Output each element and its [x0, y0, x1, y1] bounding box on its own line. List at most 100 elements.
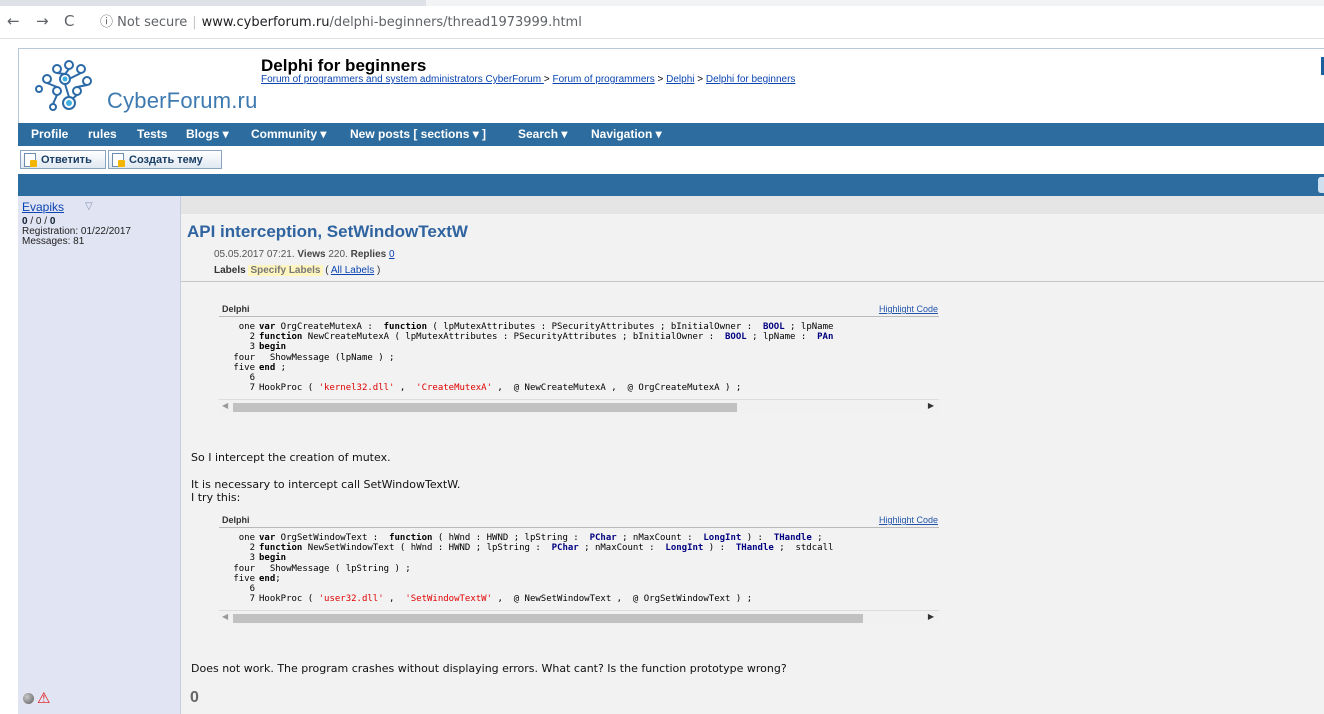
code-text: ShowMessage (lpName ) ;: [259, 352, 395, 363]
line-number: 6: [249, 584, 255, 595]
scroll-thumb[interactable]: [233, 614, 863, 624]
line-number: four: [233, 563, 255, 574]
info-icon[interactable]: ⓘ: [100, 15, 113, 30]
post-text-4: Does not work. The program crashes witho…: [191, 662, 787, 675]
scroll-left-icon[interactable]: ◀: [222, 612, 228, 621]
code-scrollbar[interactable]: ◀ ▶: [219, 399, 939, 415]
forum-title: Delphi for beginners: [261, 56, 427, 75]
all-labels-link[interactable]: All Labels: [331, 265, 374, 276]
address-bar[interactable]: ⓘ Not secure | www.cyberforum.ru/delphi-be…: [100, 11, 582, 30]
nav-rules[interactable]: rules: [88, 127, 117, 141]
scroll-right-icon[interactable]: ▶: [928, 401, 934, 410]
line-number: one: [238, 322, 255, 332]
code-language: Delphi: [222, 515, 250, 525]
code-text: function NewSetWindowText ( hWnd : HWND …: [259, 543, 834, 554]
code-scrollbar[interactable]: ◀ ▶: [219, 610, 939, 626]
line-number: five: [233, 573, 255, 584]
replies-label: Replies: [350, 249, 387, 260]
code-line: four ShowMessage ( lpString ) ;: [219, 564, 939, 574]
security-status: Not secure: [117, 15, 188, 30]
breadcrumb-separator: >: [654, 74, 667, 85]
forward-icon[interactable]: →: [36, 13, 49, 29]
url-path: /delphi-beginners/thread1973999.html: [329, 15, 582, 30]
user-stats: 0 / 0 / 0 Registration: 01/22/2017 Messa…: [22, 217, 131, 247]
specify-labels-link[interactable]: Specify Labels: [248, 265, 323, 276]
post-divider: [181, 281, 1324, 282]
post-meta: 05.05.2017 07:21. Views 220. Replies 0: [214, 249, 395, 260]
user-messages: Messages: 81: [22, 236, 85, 247]
nav-profile[interactable]: Profile: [31, 127, 68, 141]
code-line: five end ;: [219, 363, 939, 373]
create-topic-button[interactable]: Создать тему: [108, 150, 222, 169]
user-status-icons: ⚠: [23, 689, 63, 707]
reply-label: Ответить: [41, 154, 92, 166]
nav-new-posts[interactable]: New posts [ sections ▾ ]: [350, 127, 486, 141]
code-text: HookProc ( 'user32.dll' , 'SetWindowText…: [259, 594, 753, 605]
post-date: 05.05.2017 07:21.: [214, 249, 295, 260]
code-header: Delphi Highlight Code: [219, 302, 939, 317]
tab-strip: [0, 0, 1324, 6]
line-number: 3: [249, 342, 255, 353]
post-labels: Labels Specify Labels ( All Labels ): [214, 265, 381, 276]
code-line: 2 function NewSetWindowText ( hWnd : HWND…: [219, 543, 939, 553]
highlight-code-link[interactable]: Highlight Code: [879, 515, 938, 525]
breadcrumb-link-delphi-beginners[interactable]: Delphi for beginners: [706, 74, 796, 85]
code-line: 6: [219, 584, 939, 594]
nav-tests[interactable]: Tests: [137, 127, 167, 141]
replies-count[interactable]: 0: [389, 249, 395, 260]
breadcrumb-link-programmers[interactable]: Forum of programmers: [552, 74, 654, 85]
scroll-thumb[interactable]: [233, 403, 737, 413]
line-number: four: [233, 352, 255, 363]
code-block: Delphi Highlight Code one var OrgCreateMu…: [219, 302, 939, 415]
breadcrumb-link-cyberforum[interactable]: Forum of programmers and system administ…: [261, 74, 544, 85]
reload-icon[interactable]: C: [64, 13, 74, 29]
browser-toolbar: ← → C ⓘ Not secure | www.cyberforum.ru/del…: [0, 0, 1324, 39]
labels-label: Labels: [214, 265, 246, 276]
views-count: 220.: [328, 249, 348, 260]
post-rating: 0: [190, 689, 199, 706]
code-line: 6: [219, 373, 939, 383]
line-number: 2: [249, 332, 255, 343]
nav-search[interactable]: Search ▾: [518, 127, 567, 141]
code-text: var OrgSetWindowText : function ( hWnd :…: [259, 533, 823, 543]
code-header: Delphi Highlight Code: [219, 513, 939, 528]
code-lines: one var OrgSetWindowText : function ( hWn…: [219, 533, 939, 604]
code-line: four ShowMessage (lpName ) ;: [219, 353, 939, 363]
code-text: begin: [259, 342, 287, 353]
code-text: ShowMessage ( lpString ) ;: [259, 563, 411, 574]
back-icon[interactable]: ←: [7, 13, 20, 29]
line-number: 3: [249, 553, 255, 564]
nav-blogs[interactable]: Blogs ▾: [186, 127, 229, 141]
code-line: 3 begin: [219, 553, 939, 563]
scroll-right-icon[interactable]: ▶: [928, 612, 934, 621]
offline-status-icon: [23, 693, 34, 704]
site-logo[interactable]: CyberForum.ru: [29, 57, 259, 117]
code-language: Delphi: [222, 304, 250, 314]
line-number: five: [233, 362, 255, 373]
nav-navigation[interactable]: Navigation ▾: [591, 127, 662, 141]
code-text: var OrgCreateMutexA : function ( lpMutex…: [259, 322, 834, 332]
highlight-code-link[interactable]: Highlight Code: [879, 304, 938, 314]
code-line: 2 function NewCreateMutexA ( lpMutexAttri…: [219, 332, 939, 342]
logo-text: CyberForum.ru: [107, 88, 258, 113]
code-line: 7 HookProc ( 'kernel32.dll' , 'CreateMute…: [219, 383, 939, 393]
report-warning-icon[interactable]: ⚠: [37, 689, 50, 707]
code-text: end ;: [259, 362, 287, 373]
scroll-left-icon[interactable]: ◀: [222, 401, 228, 410]
address-separator: |: [192, 15, 197, 30]
code-text: end;: [259, 573, 281, 584]
user-menu-arrow-icon[interactable]: ▽: [85, 201, 93, 212]
site-header: CyberForum.ru Delphi for beginners Forum…: [18, 48, 1324, 124]
tab-active[interactable]: [426, 0, 1324, 6]
breadcrumb: Forum of programmers and system administ…: [261, 74, 795, 85]
post-text-2: It is necessary to intercept call SetWin…: [191, 478, 461, 491]
code-block: Delphi Highlight Code one var OrgSetWindo…: [219, 513, 939, 626]
code-text: begin: [259, 553, 287, 564]
breadcrumb-link-delphi[interactable]: Delphi: [666, 74, 694, 85]
reply-button[interactable]: Ответить: [20, 150, 106, 169]
username-link[interactable]: Evapiks: [22, 200, 64, 214]
nav-community[interactable]: Community ▾: [251, 127, 326, 141]
line-number: one: [238, 533, 255, 543]
post-header-bar: [18, 174, 1324, 196]
post-text-3: I try this:: [191, 491, 241, 504]
